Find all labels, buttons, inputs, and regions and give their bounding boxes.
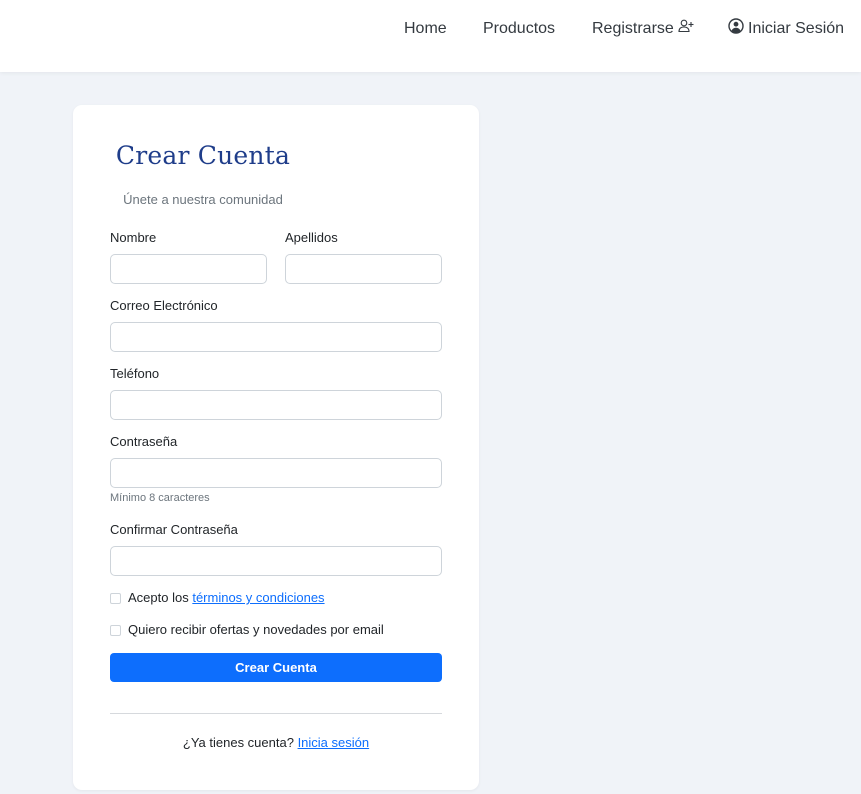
newsletter-checkbox[interactable] bbox=[110, 624, 121, 636]
newsletter-row: Quiero recibir ofertas y novedades por e… bbox=[110, 621, 384, 639]
confirm-password-label: Confirmar Contraseña bbox=[110, 522, 238, 537]
last-name-label: Apellidos bbox=[285, 230, 338, 245]
terms-label: Acepto los bbox=[128, 590, 193, 605]
email-input[interactable] bbox=[110, 322, 442, 352]
navbar: Home Productos Registrarse Iniciar Sesió… bbox=[0, 0, 861, 72]
email-label: Correo Electrónico bbox=[110, 298, 218, 313]
page-title: Crear Cuenta bbox=[115, 141, 291, 170]
nav-login-link[interactable]: Iniciar Sesión bbox=[728, 17, 845, 41]
nav-register-link[interactable]: Registrarse bbox=[592, 18, 694, 40]
phone-label: Teléfono bbox=[110, 366, 160, 381]
password-input[interactable] bbox=[110, 458, 442, 488]
user-circle-icon bbox=[728, 17, 744, 41]
terms-row: Acepto los términos y condiciones bbox=[110, 589, 325, 607]
last-name-input[interactable] bbox=[285, 254, 442, 284]
nav-register-label: Registrarse bbox=[592, 20, 674, 37]
divider bbox=[110, 713, 442, 714]
password-label: Contraseña bbox=[110, 434, 178, 449]
first-name-input[interactable] bbox=[110, 254, 267, 284]
login-link[interactable]: Inicia sesión bbox=[298, 735, 370, 750]
create-account-button[interactable]: Crear Cuenta bbox=[110, 653, 442, 682]
user-plus-icon bbox=[678, 18, 694, 40]
first-name-label: Nombre bbox=[110, 230, 157, 245]
login-prompt-text: ¿Ya tienes cuenta? bbox=[182, 735, 298, 750]
password-hint: Mínimo 8 caracteres bbox=[110, 492, 210, 504]
nav-home-link[interactable]: Home bbox=[404, 18, 447, 40]
newsletter-label: Quiero recibir ofertas y novedades por e… bbox=[128, 622, 384, 637]
page-subtitle: Únete a nuestra comunidad bbox=[123, 192, 283, 207]
nav-login-label: Iniciar Sesión bbox=[748, 20, 845, 37]
terms-link[interactable]: términos y condiciones bbox=[192, 589, 324, 607]
phone-input[interactable] bbox=[110, 390, 442, 420]
confirm-password-input[interactable] bbox=[110, 546, 442, 576]
nav-products-link[interactable]: Productos bbox=[483, 18, 555, 40]
terms-checkbox[interactable] bbox=[110, 592, 121, 604]
